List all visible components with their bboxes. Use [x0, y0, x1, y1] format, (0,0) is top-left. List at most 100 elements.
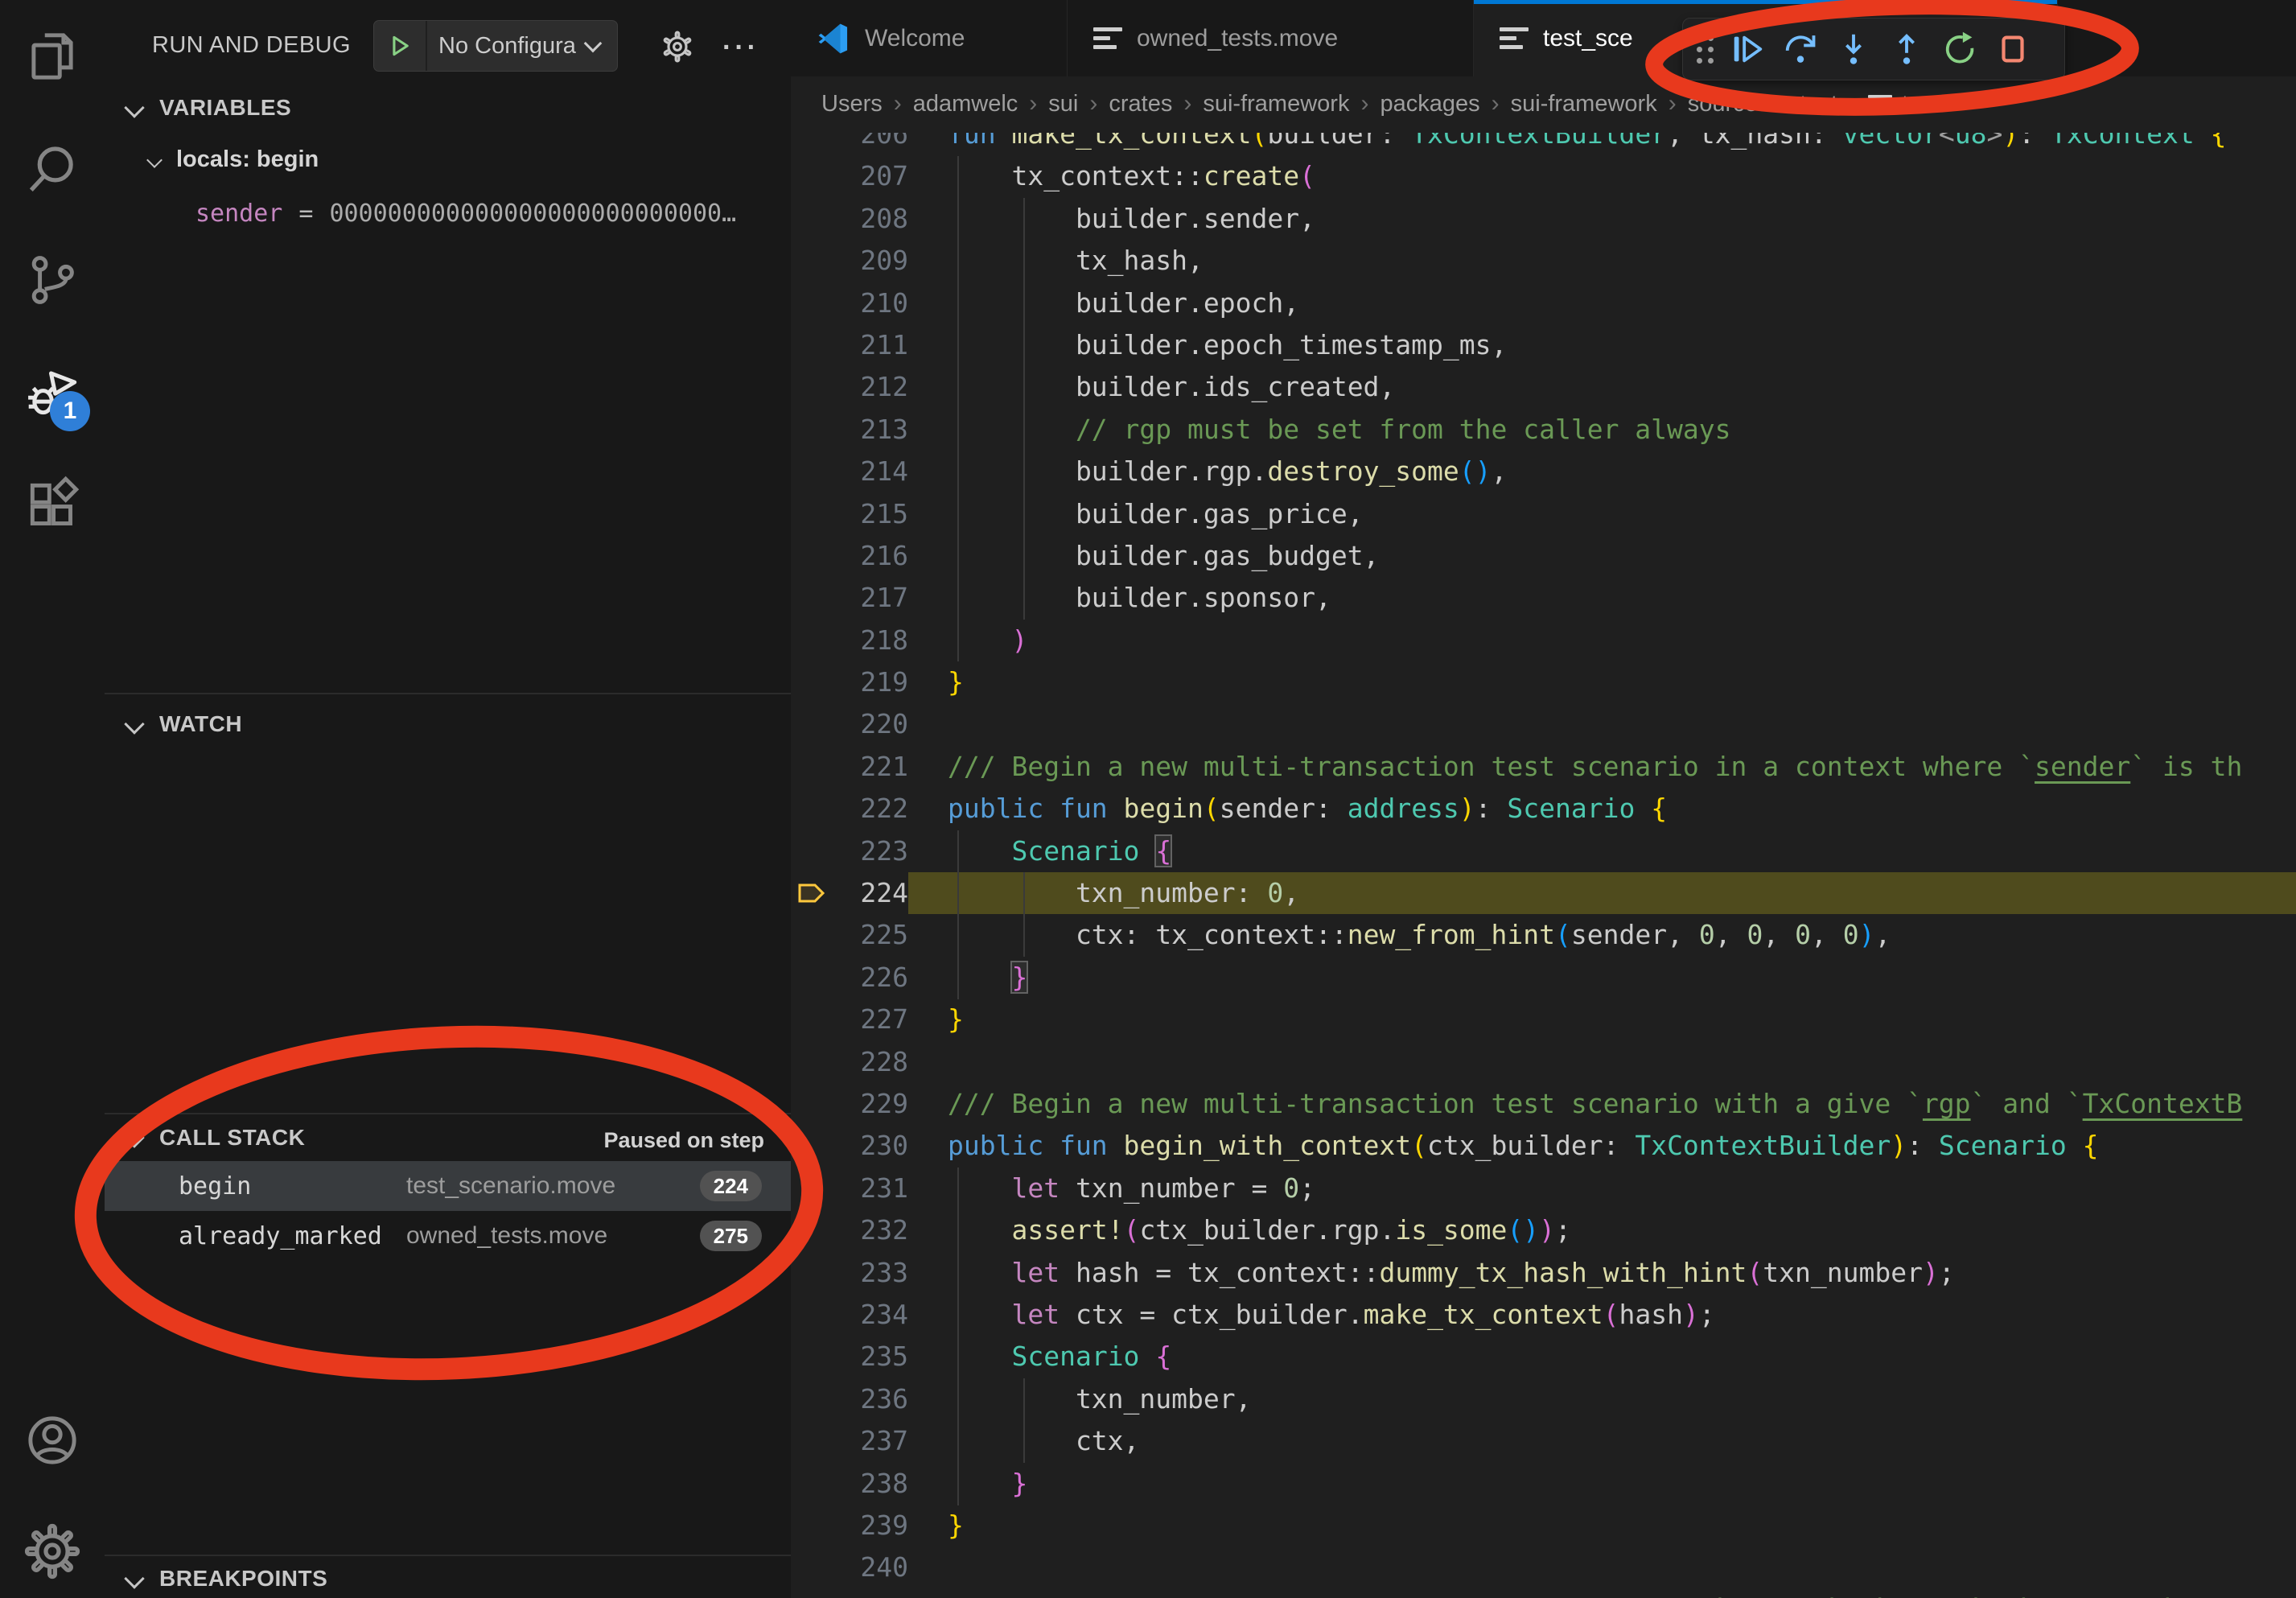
code-line[interactable]: 216 builder.gas_budget, [791, 535, 2296, 577]
line-number[interactable]: 209 [831, 240, 908, 282]
code-line[interactable]: 228 [791, 1041, 2296, 1083]
code-line[interactable]: 236 txn_number, [791, 1378, 2296, 1420]
code-line[interactable]: 215 builder.gas_price, [791, 493, 2296, 535]
gutter-marker[interactable] [791, 703, 831, 745]
code-line[interactable]: 217 builder.sponsor, [791, 577, 2296, 619]
code-line[interactable]: 237 ctx, [791, 1420, 2296, 1462]
code-line[interactable]: 214 builder.rgp.destroy_some(), [791, 451, 2296, 492]
line-number[interactable]: 218 [831, 620, 908, 661]
line-number[interactable]: 230 [831, 1125, 908, 1167]
line-number[interactable]: 215 [831, 493, 908, 535]
breadcrumb-item[interactable]: packages [1380, 91, 1479, 117]
gutter-marker[interactable] [791, 535, 831, 577]
code-line[interactable]: 213 // rgp must be set from the caller a… [791, 409, 2296, 451]
gutter-marker[interactable] [791, 155, 831, 197]
gutter-marker[interactable] [791, 1505, 831, 1547]
code-line[interactable]: 232 assert!(ctx_builder.rgp.is_some()); [791, 1209, 2296, 1251]
code-line[interactable]: 212 builder.ids_created, [791, 366, 2296, 408]
code-line[interactable]: 229/// Begin a new multi-transaction tes… [791, 1083, 2296, 1125]
source-control-icon[interactable] [23, 250, 82, 310]
stop-button[interactable] [1990, 27, 2035, 72]
line-number[interactable]: 226 [831, 957, 908, 999]
continue-button[interactable] [1725, 27, 1770, 72]
gutter-marker[interactable] [791, 746, 831, 788]
call-stack-frame[interactable]: already_marked owned_tests.move 275 [105, 1211, 791, 1261]
line-number[interactable]: 239 [831, 1505, 908, 1547]
gutter-marker[interactable] [791, 1547, 831, 1588]
code-line[interactable]: 230public fun begin_with_context(ctx_bui… [791, 1125, 2296, 1167]
line-number[interactable]: 213 [831, 409, 908, 451]
code-line[interactable]: 222public fun begin(sender: address): Sc… [791, 788, 2296, 830]
line-number[interactable]: 234 [831, 1294, 908, 1336]
step-into-button[interactable] [1831, 27, 1876, 72]
gutter-marker[interactable] [791, 366, 831, 408]
code-line[interactable]: 210 builder.epoch, [791, 282, 2296, 324]
line-number[interactable]: 233 [831, 1252, 908, 1294]
line-number[interactable]: 236 [831, 1378, 908, 1420]
gutter-marker[interactable] [791, 1083, 831, 1125]
code-line[interactable]: 233 let hash = tx_context::dummy_tx_hash… [791, 1252, 2296, 1294]
breadcrumb-item[interactable]: sui [1048, 91, 1078, 117]
variables-section-header[interactable]: VARIABLES [127, 95, 291, 121]
gutter-marker[interactable] [791, 240, 831, 282]
line-number[interactable]: 231 [831, 1168, 908, 1209]
breadcrumb-item[interactable]: sui-framework [1511, 91, 1657, 117]
gutter-marker[interactable] [791, 788, 831, 830]
gutter-marker[interactable] [791, 830, 831, 872]
line-number[interactable]: 238 [831, 1463, 908, 1505]
code-line[interactable]: 234 let ctx = ctx_builder.make_tx_contex… [791, 1294, 2296, 1336]
call-stack-frame[interactable]: begin test_scenario.move 224 [105, 1161, 791, 1211]
debug-config-dropdown[interactable]: No Configura [373, 20, 618, 72]
code-line[interactable]: 208 builder.sender, [791, 198, 2296, 240]
line-number[interactable]: 207 [831, 155, 908, 197]
line-number[interactable]: 241 [831, 1589, 908, 1598]
gutter-marker[interactable] [791, 577, 831, 619]
gutter-marker[interactable] [791, 133, 831, 155]
line-number[interactable]: 211 [831, 324, 908, 366]
line-number[interactable]: 217 [831, 577, 908, 619]
call-stack-section-header[interactable]: CALL STACK [127, 1125, 305, 1151]
tab-welcome[interactable]: Welcome [791, 0, 1068, 76]
gutter-marker[interactable] [791, 661, 831, 703]
code-line[interactable]: 224 txn_number: 0, [791, 872, 2296, 914]
gutter-marker[interactable] [791, 1589, 831, 1598]
drag-handle-icon[interactable] [1693, 31, 1717, 68]
line-number[interactable]: 210 [831, 282, 908, 324]
line-number[interactable]: 220 [831, 703, 908, 745]
debug-settings-gear-icon[interactable] [660, 29, 695, 68]
tab-owned-tests[interactable]: owned_tests.move [1068, 0, 1474, 76]
gutter-marker[interactable] [791, 1336, 831, 1378]
gutter-marker[interactable] [791, 1463, 831, 1505]
breadcrumb-item[interactable]: Users [821, 91, 883, 117]
code-line[interactable]: 209 tx_hash, [791, 240, 2296, 282]
code-line[interactable]: 235 Scenario { [791, 1336, 2296, 1378]
step-over-button[interactable] [1778, 27, 1823, 72]
extensions-icon[interactable] [23, 476, 82, 535]
variable-row-sender[interactable]: sender = 000000000000000000000000000… [195, 200, 736, 228]
line-number[interactable]: 232 [831, 1209, 908, 1251]
gutter-marker[interactable] [791, 1252, 831, 1294]
line-number[interactable]: 224 [831, 872, 908, 914]
gutter-marker[interactable] [791, 620, 831, 661]
code-line[interactable]: 241/// Creates and shares system objects… [791, 1589, 2296, 1598]
code-line[interactable]: 226 } [791, 957, 2296, 999]
code-line[interactable]: 207 tx_context::create( [791, 155, 2296, 197]
search-icon[interactable] [23, 139, 82, 199]
breadcrumb-item[interactable]: test [1800, 91, 1837, 117]
breadcrumb-item[interactable]: te [1902, 91, 1921, 117]
code-line[interactable]: 238 } [791, 1463, 2296, 1505]
line-number[interactable]: 206 [831, 133, 908, 155]
gutter-marker[interactable] [791, 324, 831, 366]
breadcrumb-item[interactable]: adamwelc [913, 91, 1018, 117]
gutter-marker[interactable] [791, 1041, 831, 1083]
line-number[interactable]: 225 [831, 914, 908, 956]
more-actions-icon[interactable]: ··· [722, 32, 759, 64]
code-line[interactable]: 223 Scenario { [791, 830, 2296, 872]
line-number[interactable]: 216 [831, 535, 908, 577]
settings-gear-icon[interactable] [23, 1522, 82, 1581]
breadcrumb-item[interactable]: sources [1688, 91, 1770, 117]
line-number[interactable]: 228 [831, 1041, 908, 1083]
code-line[interactable]: 206fun make_tx_context(builder: TxContex… [791, 133, 2296, 155]
line-number[interactable]: 237 [831, 1420, 908, 1462]
explorer-icon[interactable] [23, 27, 82, 86]
